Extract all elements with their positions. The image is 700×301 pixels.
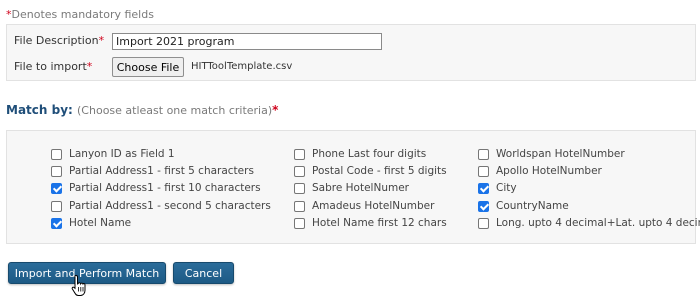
checkbox[interactable] xyxy=(51,148,62,160)
match-option-postal-code[interactable]: Postal Code - first 5 digits xyxy=(294,163,447,179)
match-option-label: CountryName xyxy=(496,200,569,212)
selected-file-name: HITToolTemplate.csv xyxy=(191,61,293,72)
match-option-worldspan[interactable]: Worldspan HotelNumber xyxy=(478,146,625,162)
file-description-input[interactable] xyxy=(112,33,382,50)
match-option-country[interactable]: CountryName xyxy=(478,198,569,214)
match-criteria-panel: Lanyon ID as Field 1 Partial Address1 - … xyxy=(6,130,700,244)
required-star: * xyxy=(86,60,93,73)
match-option-address-second5[interactable]: Partial Address1 - second 5 characters xyxy=(51,198,271,214)
import-and-match-button[interactable]: Import and Perform Match xyxy=(8,262,166,284)
checkbox[interactable] xyxy=(51,182,62,194)
match-option-label: Amadeus HotelNumber xyxy=(312,200,435,212)
mandatory-note-text: Denotes mandatory fields xyxy=(11,8,154,21)
match-option-label: Partial Address1 - first 10 characters xyxy=(69,182,261,194)
match-option-label: Lanyon ID as Field 1 xyxy=(69,148,175,160)
mandatory-note: *Denotes mandatory fields xyxy=(6,8,154,21)
checkbox[interactable] xyxy=(294,217,305,229)
match-option-sabre[interactable]: Sabre HotelNumer xyxy=(294,180,409,196)
match-option-label: Long. upto 4 decimal+Lat. upto 4 decimal xyxy=(496,217,700,229)
checkbox[interactable] xyxy=(294,148,305,160)
match-by-heading: Match by: (Choose atleast one match crit… xyxy=(6,103,278,117)
hand-cursor-icon xyxy=(71,274,86,296)
match-option-long-lat[interactable]: Long. upto 4 decimal+Lat. upto 4 decimal xyxy=(478,215,700,231)
match-option-label: Postal Code - first 5 digits xyxy=(312,165,447,177)
match-by-title: Match by: xyxy=(6,103,73,117)
required-star: * xyxy=(98,34,105,47)
match-option-city[interactable]: City xyxy=(478,180,517,196)
match-option-address-first5[interactable]: Partial Address1 - first 5 characters xyxy=(51,163,254,179)
match-option-apollo[interactable]: Apollo HotelNumber xyxy=(478,163,602,179)
checkbox[interactable] xyxy=(294,165,305,177)
match-option-hotel-name[interactable]: Hotel Name xyxy=(51,215,131,231)
checkbox[interactable] xyxy=(478,200,489,212)
required-star: * xyxy=(272,103,279,117)
match-option-label: Phone Last four digits xyxy=(312,148,427,160)
match-option-label: Apollo HotelNumber xyxy=(496,165,602,177)
match-option-label: City xyxy=(496,182,517,194)
match-option-label: Hotel Name first 12 chars xyxy=(312,217,447,229)
checkbox[interactable] xyxy=(51,217,62,229)
match-option-lanyon-id[interactable]: Lanyon ID as Field 1 xyxy=(51,146,175,162)
match-option-amadeus[interactable]: Amadeus HotelNumber xyxy=(294,198,434,214)
checkbox[interactable] xyxy=(478,182,489,194)
match-option-label: Sabre HotelNumer xyxy=(312,182,409,194)
choose-file-button[interactable]: Choose File xyxy=(112,57,184,77)
match-option-phone[interactable]: Phone Last four digits xyxy=(294,146,426,162)
match-option-label: Hotel Name xyxy=(69,217,132,229)
checkbox[interactable] xyxy=(51,165,62,177)
checkbox[interactable] xyxy=(294,182,305,194)
checkbox[interactable] xyxy=(478,217,489,229)
match-by-hint: (Choose atleast one match criteria) xyxy=(77,104,273,117)
file-to-import-label-text: File to import xyxy=(14,60,87,73)
file-to-import-label: File to import* xyxy=(14,60,92,73)
checkbox[interactable] xyxy=(478,148,489,160)
match-option-hotel-name-12[interactable]: Hotel Name first 12 chars xyxy=(294,215,447,231)
file-panel: File Description* File to import* Choose… xyxy=(6,24,696,81)
file-description-label: File Description* xyxy=(14,34,104,47)
checkbox[interactable] xyxy=(478,165,489,177)
cancel-button[interactable]: Cancel xyxy=(173,262,234,284)
checkbox[interactable] xyxy=(51,200,62,212)
file-description-label-text: File Description xyxy=(14,34,99,47)
match-option-label: Worldspan HotelNumber xyxy=(496,148,625,160)
match-option-label: Partial Address1 - second 5 characters xyxy=(69,200,271,212)
match-option-label: Partial Address1 - first 5 characters xyxy=(69,165,254,177)
checkbox[interactable] xyxy=(294,200,305,212)
match-option-address-first10[interactable]: Partial Address1 - first 10 characters xyxy=(51,180,261,196)
